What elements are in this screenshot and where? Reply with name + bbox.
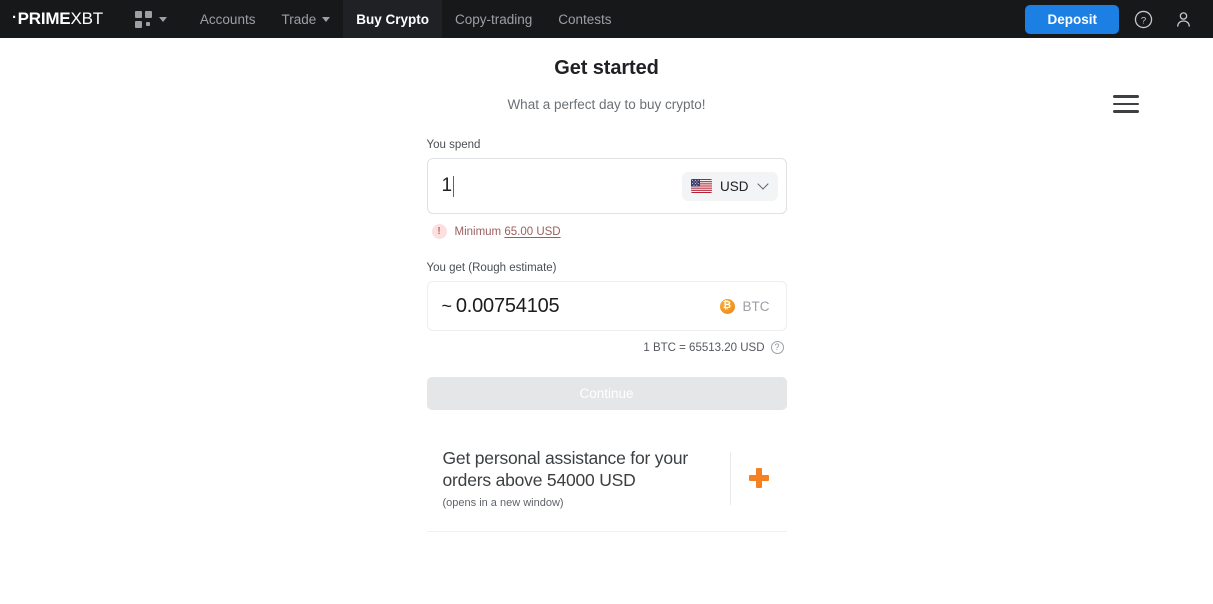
hamburger-icon-bar [1113, 102, 1139, 105]
nav-item-label: Buy Crypto [356, 11, 429, 27]
nav-item-trade[interactable]: Trade [268, 0, 343, 38]
hamburger-icon-bar [1113, 95, 1139, 98]
receive-output-row: ~ 0.00754105 ₿ BTC [426, 281, 787, 331]
approx-symbol: ~ [441, 295, 453, 316]
us-flag-icon [690, 179, 712, 193]
user-icon [1176, 11, 1190, 27]
nav-item-label: Copy-trading [454, 11, 533, 27]
nav-item-copy-trading[interactable]: Copy-trading [442, 0, 545, 38]
logo-xbt-text: XBT [70, 9, 103, 28]
promo-headline: Get personal assistance for your orders … [442, 448, 689, 490]
page-title: Get started [554, 57, 659, 79]
asset-code: BTC [742, 298, 770, 314]
logo-prime-text: PRIME [17, 9, 71, 28]
currency-selector[interactable]: USD [681, 171, 778, 201]
page-body: Get started What a perfect day to buy cr… [0, 38, 1213, 532]
promo-note: (opens in a new window) [442, 496, 564, 509]
nav-item-label: Contests [558, 11, 612, 27]
nav-item-label: Accounts [199, 11, 256, 27]
exchange-rate-text: 1 BTC = 65513.20 USD [643, 341, 765, 354]
primary-nav: Accounts Trade Buy Crypto Copy-trading C… [187, 0, 625, 38]
exchange-rate-row: 1 BTC = 65513.20 USD ? [427, 341, 787, 354]
apps-grid-button[interactable] [129, 7, 173, 32]
logo-dot: · [12, 9, 17, 26]
receive-amount: ~ 0.00754105 [442, 295, 720, 318]
minimum-error-amount[interactable]: 65.00 USD [504, 226, 560, 238]
spend-amount-input[interactable]: 1 [442, 175, 682, 197]
promo-icon-wrap [731, 468, 787, 489]
receive-label: You get (Rough estimate) [426, 262, 557, 274]
chevron-down-icon [158, 16, 167, 22]
chevron-down-icon [756, 178, 769, 190]
hamburger-icon-bar [1113, 110, 1139, 113]
minimum-error-text: Minimum 65.00 USD [455, 226, 561, 238]
nav-item-buy-crypto[interactable]: Buy Crypto [343, 0, 442, 38]
minimum-error-prefix: Minimum [454, 225, 505, 238]
promo-text-block: Get personal assistance for your orders … [443, 448, 716, 509]
navbar-right-actions: Deposit ? [1025, 3, 1213, 35]
plus-icon [748, 468, 769, 489]
menu-button[interactable] [1113, 95, 1139, 113]
nav-item-label: Trade [281, 11, 317, 27]
continue-button[interactable]: Continue [426, 377, 787, 410]
question-circle-icon: ? [1134, 10, 1152, 28]
nav-item-contests[interactable]: Contests [545, 0, 624, 38]
buy-crypto-form: You spend 1 USD ! Minimum 65.00 USD You … [426, 112, 787, 532]
primexbt-logo[interactable]: · PRIME XBT [12, 9, 103, 29]
spend-amount-value: 1 [441, 175, 453, 196]
nav-item-accounts[interactable]: Accounts [187, 0, 269, 38]
spend-label: You spend [426, 139, 481, 151]
help-button[interactable]: ? [1127, 3, 1159, 35]
chevron-down-icon [322, 16, 331, 22]
deposit-button[interactable]: Deposit [1025, 4, 1119, 34]
alert-icon: ! [431, 224, 447, 239]
bitcoin-icon: ₿ [719, 298, 735, 314]
section-divider [426, 530, 787, 532]
question-circle-icon[interactable]: ? [770, 341, 784, 354]
top-navbar: · PRIME XBT Accounts Trade Buy Crypto Co… [0, 0, 1213, 38]
page-subtitle: What a perfect day to buy crypto! [507, 97, 706, 112]
spend-input-row[interactable]: 1 USD [426, 158, 787, 214]
apps-grid-icon [134, 10, 152, 28]
asset-selector[interactable]: ₿ BTC [719, 298, 770, 314]
minimum-error: ! Minimum 65.00 USD [427, 224, 787, 239]
personal-assistance-promo[interactable]: Get personal assistance for your orders … [427, 444, 787, 513]
currency-code: USD [719, 178, 749, 194]
profile-button[interactable] [1167, 3, 1199, 35]
receive-amount-value: 0.00754105 [455, 294, 560, 317]
text-cursor [452, 175, 455, 197]
svg-text:?: ? [1140, 15, 1145, 26]
